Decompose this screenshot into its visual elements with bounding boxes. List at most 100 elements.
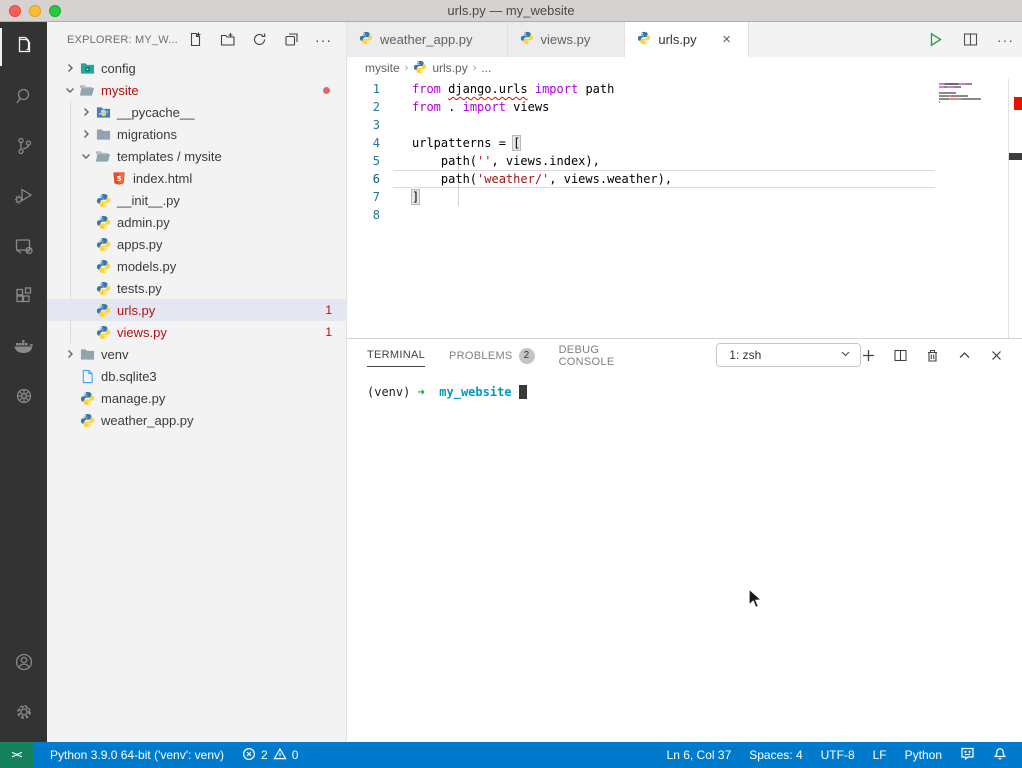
- overview-ruler: [1008, 79, 1022, 338]
- tree-item--init-py[interactable]: __init__.py: [47, 189, 346, 211]
- chevron-right-icon[interactable]: [62, 62, 78, 74]
- notifications-item[interactable]: [984, 742, 1016, 768]
- search-view-button[interactable]: [0, 72, 47, 122]
- eol-item[interactable]: LF: [864, 742, 896, 768]
- tab-problems[interactable]: PROBLEMS2: [449, 342, 535, 369]
- breadcrumb-item-symbol[interactable]: ...: [481, 61, 491, 75]
- settings-gear-icon: [12, 700, 36, 727]
- tab-urls[interactable]: urls.py×: [625, 22, 748, 57]
- close-window-button[interactable]: [9, 5, 21, 17]
- chevron-right-icon[interactable]: [62, 348, 78, 360]
- remote-explorer-view-button[interactable]: [0, 222, 47, 272]
- terminal-shell-dropdown[interactable]: 1: zsh: [716, 343, 861, 367]
- tree-item-templates-mysite[interactable]: templates / mysite: [47, 145, 346, 167]
- indentation-item[interactable]: Spaces: 4: [740, 742, 811, 768]
- selected-shell: 1: zsh: [729, 348, 761, 362]
- editor-content[interactable]: from django.urls import pathfrom . impor…: [393, 80, 935, 224]
- editor-gutter[interactable]: 12345678: [347, 80, 393, 224]
- chevron-right-icon[interactable]: [78, 128, 94, 140]
- text-token: path: [578, 82, 614, 96]
- minimap-line: [939, 104, 1008, 106]
- kubernetes-view-button[interactable]: [0, 372, 47, 422]
- chevron-right-icon[interactable]: [78, 106, 94, 118]
- new-folder-icon[interactable]: [219, 31, 236, 48]
- chevron-down-icon[interactable]: [78, 150, 94, 162]
- cursor-position-item[interactable]: Ln 6, Col 37: [658, 742, 741, 768]
- collapse-folders-icon[interactable]: [283, 31, 300, 48]
- explorer-view-button[interactable]: [0, 22, 47, 72]
- split-editor-icon[interactable]: [962, 31, 979, 48]
- code-line-1: from django.urls import path: [393, 80, 935, 98]
- tree-item-admin-py[interactable]: admin.py: [47, 211, 346, 233]
- refresh-icon[interactable]: [251, 31, 268, 48]
- close-tab-icon[interactable]: ×: [718, 31, 736, 48]
- python-interpreter-item[interactable]: Python 3.9.0 64-bit ('venv': venv): [41, 742, 233, 768]
- accounts-button[interactable]: [0, 638, 47, 688]
- bell-icon: [993, 747, 1007, 764]
- tab-weather-app[interactable]: weather_app.py: [347, 22, 508, 57]
- tab-terminal[interactable]: TERMINAL: [367, 343, 425, 367]
- minimap-line: [939, 95, 1008, 97]
- html-icon: 5: [110, 171, 128, 186]
- tab-views[interactable]: views.py: [508, 22, 626, 57]
- text-token: .: [441, 100, 463, 114]
- minimize-window-button[interactable]: [29, 5, 41, 17]
- tab-debug-console[interactable]: DEBUG CONSOLE: [559, 338, 655, 373]
- zoom-window-button[interactable]: [49, 5, 61, 17]
- breadcrumb-item-mysite[interactable]: mysite: [365, 61, 400, 75]
- breadcrumb-item-urls[interactable]: urls.py: [413, 60, 467, 77]
- minimap-line: [939, 83, 1008, 85]
- docker-view-button[interactable]: [0, 322, 47, 372]
- code-line-8: [393, 206, 935, 224]
- tree-item-index-html[interactable]: 5index.html: [47, 167, 346, 189]
- tree-item-urls-py[interactable]: urls.py1: [47, 299, 346, 321]
- feedback-item[interactable]: [951, 742, 984, 768]
- new-file-icon[interactable]: [187, 31, 204, 48]
- run-python-file-button[interactable]: [927, 31, 944, 48]
- minimap-line: [939, 86, 1008, 88]
- tree-item-migrations[interactable]: migrations: [47, 123, 346, 145]
- new-terminal-icon[interactable]: [861, 348, 876, 363]
- encoding-item[interactable]: UTF-8: [812, 742, 864, 768]
- close-panel-icon[interactable]: [989, 348, 1004, 363]
- tree-item-db-sqlite3[interactable]: db.sqlite3: [47, 365, 346, 387]
- explorer-title: EXPLORER: MY_W...: [67, 34, 178, 46]
- problems-status-item[interactable]: 2 0: [233, 742, 307, 768]
- panel-header: TERMINAL PROBLEMS2 DEBUG CONSOLE 1: zsh: [347, 339, 1022, 371]
- explorer-sidebar: EXPLORER: MY_W... ··· configmysite__pyca…: [47, 22, 347, 742]
- more-editor-actions-icon[interactable]: ···: [997, 32, 1014, 48]
- remote-icon: ><: [12, 750, 22, 761]
- maximize-panel-icon[interactable]: [957, 348, 972, 363]
- search-icon: [12, 84, 36, 111]
- titlebar: urls.py — my_website: [0, 0, 1022, 22]
- more-actions-icon[interactable]: ···: [315, 32, 332, 48]
- warning-count: 0: [292, 748, 299, 762]
- language-mode-item[interactable]: Python: [896, 742, 951, 768]
- tree-item-models-py[interactable]: models.py: [47, 255, 346, 277]
- run-debug-view-button[interactable]: [0, 172, 47, 222]
- tree-item-apps-py[interactable]: apps.py: [47, 233, 346, 255]
- extensions-view-button[interactable]: [0, 272, 47, 322]
- text-token: views: [506, 100, 549, 114]
- tree-item-label: urls.py: [117, 303, 155, 318]
- split-terminal-icon[interactable]: [893, 348, 908, 363]
- tree-item-tests-py[interactable]: tests.py: [47, 277, 346, 299]
- terminal[interactable]: (venv) ➜ my_website: [347, 371, 1022, 399]
- tree-item-weather-app-py[interactable]: weather_app.py: [47, 409, 346, 431]
- account-icon: [12, 650, 36, 677]
- tree-item--pycache-[interactable]: __pycache__: [47, 101, 346, 123]
- source-control-view-button[interactable]: [0, 122, 47, 172]
- remote-indicator[interactable]: ><: [0, 742, 33, 768]
- code-editor: 12345678 from django.urls import pathfro…: [347, 79, 1022, 338]
- tree-item-config[interactable]: config: [47, 57, 346, 79]
- tree-item-venv[interactable]: venv: [47, 343, 346, 365]
- tree-item-mysite[interactable]: mysite: [47, 79, 346, 101]
- error-icon: [242, 747, 256, 764]
- manage-button[interactable]: [0, 688, 47, 738]
- tree-item-manage-py[interactable]: manage.py: [47, 387, 346, 409]
- minimap[interactable]: [935, 79, 1008, 338]
- editor-group: weather_app.py views.py urls.py× ··· mys…: [347, 22, 1022, 742]
- kill-terminal-icon[interactable]: [925, 348, 940, 363]
- tree-item-views-py[interactable]: views.py1: [47, 321, 346, 343]
- chevron-down-icon[interactable]: [62, 84, 78, 96]
